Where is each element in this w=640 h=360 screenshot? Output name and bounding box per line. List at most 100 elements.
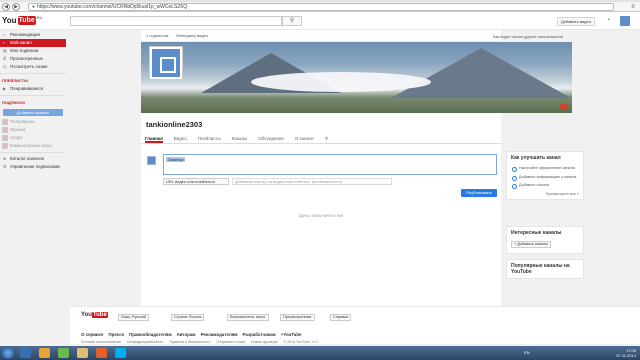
browser-toolbar: ◀ ▶ ● https://www.youtube.com/channel/UCR… xyxy=(0,2,640,12)
avatar[interactable] xyxy=(620,16,630,26)
popular-channels-title: Популярные каналы на YouTube xyxy=(511,263,570,275)
language-indicator[interactable]: EN xyxy=(524,350,530,355)
sidebar-item-watch-later[interactable]: ◷ Посмотреть позже xyxy=(0,63,66,71)
tab-about[interactable]: О канале xyxy=(295,133,314,143)
search-icon: ⚲ xyxy=(289,18,295,24)
publish-button[interactable]: Опубликовать xyxy=(461,189,497,197)
channel-thumbnail xyxy=(2,119,8,125)
address-bar[interactable]: ● https://www.youtube.com/channel/UCRNbDp… xyxy=(28,3,614,11)
footer-small-link[interactable]: Правила и безопасность xyxy=(169,340,210,344)
footer-link[interactable]: +YouTube xyxy=(281,332,302,337)
channel-page: 1 подписчик Менеджер видео tankionline23… xyxy=(141,30,572,306)
language-select[interactable]: Язык: Русский xyxy=(118,314,150,321)
copyright: © 2014 YouTube, LLC xyxy=(283,340,319,344)
footer-logo[interactable]: YouTube xyxy=(81,312,108,318)
sidebar-item-games[interactable]: Компьютерные игры xyxy=(0,142,66,150)
footer: YouTube Язык: Русский Страна: Россия Без… xyxy=(70,306,640,344)
footer-small-link[interactable]: Отправить отзыв xyxy=(217,340,246,344)
footer-link[interactable]: Разработчикам xyxy=(243,332,276,337)
improve-item-design[interactable]: Настройте оформление канала xyxy=(507,164,583,173)
post-textarea[interactable]: Заметки xyxy=(163,154,497,175)
sidebar-item-music[interactable]: Музыка xyxy=(0,126,66,134)
tab-home[interactable]: Главная xyxy=(145,133,163,143)
history-icon: ⏱ xyxy=(3,56,7,61)
footer-link[interactable]: Рекламодателям xyxy=(201,332,238,337)
tab-videos[interactable]: Видео xyxy=(174,133,187,143)
lock-icon: ● xyxy=(32,4,36,10)
footer-link[interactable]: О сервисе xyxy=(81,332,103,337)
post-author-avatar xyxy=(147,156,156,165)
footer-small-link[interactable]: Условия использования xyxy=(81,340,121,344)
sidebar-item-popular[interactable]: Популярное xyxy=(0,118,66,126)
attachment-link-input[interactable]: Добавьте ссылку на видео или плейлист (н… xyxy=(232,177,392,185)
footer-link[interactable]: Авторам xyxy=(177,332,196,337)
browser-menu-icon[interactable]: ≡ xyxy=(629,3,637,11)
windows-taskbar: EN 17:05 07.11.2014 xyxy=(0,346,640,360)
add-channels-button[interactable]: Добавить каналы xyxy=(3,109,63,116)
sidebar-item-sport[interactable]: Спорт xyxy=(0,134,66,142)
playlists-heading[interactable]: ПЛЕЙЛИСТЫ xyxy=(0,77,66,85)
channel-thumbnail xyxy=(2,127,8,133)
sidebar-item-recommendations[interactable]: ⌂ Рекомендации xyxy=(0,31,66,39)
sidebar-item-manage-subscriptions[interactable]: ⚙ Управление подписками xyxy=(0,163,66,171)
channel-tabs: Главная Видео Плейлисты Каналы Обсуждени… xyxy=(141,133,501,144)
footer-small-links: Условия использования Конфиденциальность… xyxy=(81,340,325,344)
radio-icon xyxy=(512,184,517,189)
sidebar-item-subscriptions[interactable]: ▤ Мои подписки xyxy=(0,47,66,55)
forward-button[interactable]: ▶ xyxy=(12,2,20,11)
post-tag[interactable]: Заметки xyxy=(166,157,186,162)
safety-select[interactable]: Безопасность: выкл. xyxy=(227,314,270,321)
clock-icon: ◷ xyxy=(3,64,7,69)
help-button[interactable]: Справка xyxy=(330,314,351,321)
folder-icon[interactable] xyxy=(77,348,88,358)
flag-icon[interactable] xyxy=(560,104,568,109)
sidebar-item-liked[interactable]: ▶ Понравившиеся xyxy=(0,85,66,93)
tab-discussion[interactable]: Обсуждение xyxy=(258,133,284,143)
attachment-type-select[interactable]: URL видео или плейлиста xyxy=(163,177,229,185)
sidebar-divider xyxy=(0,73,66,74)
tab-playlists[interactable]: Плейлисты xyxy=(198,133,221,143)
view-all-link[interactable]: Просмотреть все » xyxy=(507,190,583,199)
channel-avatar[interactable] xyxy=(149,46,183,80)
sidebar-item-my-channel[interactable]: ▪ Мой канал xyxy=(0,39,66,47)
footer-small-link[interactable]: Новые функции xyxy=(251,340,277,344)
footer-small-link[interactable]: Конфиденциальность xyxy=(127,340,163,344)
channel-thumbnail xyxy=(2,143,8,149)
improve-item-links[interactable]: Добавьте ссылки xyxy=(507,181,583,190)
sidebar-divider xyxy=(0,95,66,96)
start-button[interactable] xyxy=(2,347,14,359)
back-button[interactable]: ◀ xyxy=(2,2,10,11)
tab-channels[interactable]: Каналы xyxy=(232,133,248,143)
video-manager-link[interactable]: Менеджер видео xyxy=(176,33,208,38)
channel-icon: ▪ xyxy=(3,40,5,45)
search-input[interactable] xyxy=(70,16,282,26)
improve-channel-title: Как улучшить канал xyxy=(511,155,561,161)
guide-sidebar: ⌂ Рекомендации ▪ Мой канал ▤ Мои подписки ⏱… xyxy=(0,31,66,307)
post-options: URL видео или плейлиста Добавьте ссылку … xyxy=(163,177,392,185)
media-player-icon[interactable] xyxy=(96,348,107,358)
footer-link[interactable]: Правообладателям xyxy=(129,332,172,337)
search-button[interactable]: ⚲ xyxy=(282,16,302,26)
notifications-bell-icon[interactable]: ◔ xyxy=(606,17,610,24)
system-clock[interactable]: 17:05 07.11.2014 xyxy=(616,348,636,358)
sidebar-item-history[interactable]: ⏱ Просмотренные xyxy=(0,55,66,63)
footer-links: О сервисе Прессе Правообладателям Автора… xyxy=(81,332,307,337)
subscriber-count[interactable]: 1 подписчик xyxy=(146,33,168,38)
youtube-logo[interactable]: You Tube RU xyxy=(2,15,43,26)
chrome-icon[interactable] xyxy=(39,348,50,358)
country-select[interactable]: Страна: Россия xyxy=(171,314,205,321)
channel-search-icon[interactable]: ⚲ xyxy=(325,133,328,143)
footer-link[interactable]: Прессе xyxy=(108,332,124,337)
channel-banner xyxy=(141,42,572,113)
ie-icon[interactable] xyxy=(20,348,31,358)
subscriptions-heading[interactable]: ПОДПИСКИ xyxy=(0,99,66,107)
history-button[interactable]: Просмотренные xyxy=(280,314,315,321)
utorrent-icon[interactable] xyxy=(58,348,69,358)
sidebar-item-channel-catalog[interactable]: ⊕ Каталог каналов xyxy=(0,155,66,163)
add-channels-button[interactable]: + Добавить каналы xyxy=(511,241,551,248)
subscriptions-icon: ▤ xyxy=(3,48,7,53)
skype-icon[interactable] xyxy=(115,348,126,358)
upload-button[interactable]: Добавить видео xyxy=(557,17,595,26)
view-as-link[interactable]: Как видят канал другие пользователи xyxy=(493,34,563,39)
improve-item-info[interactable]: Добавьте информацию о канале xyxy=(507,173,583,182)
